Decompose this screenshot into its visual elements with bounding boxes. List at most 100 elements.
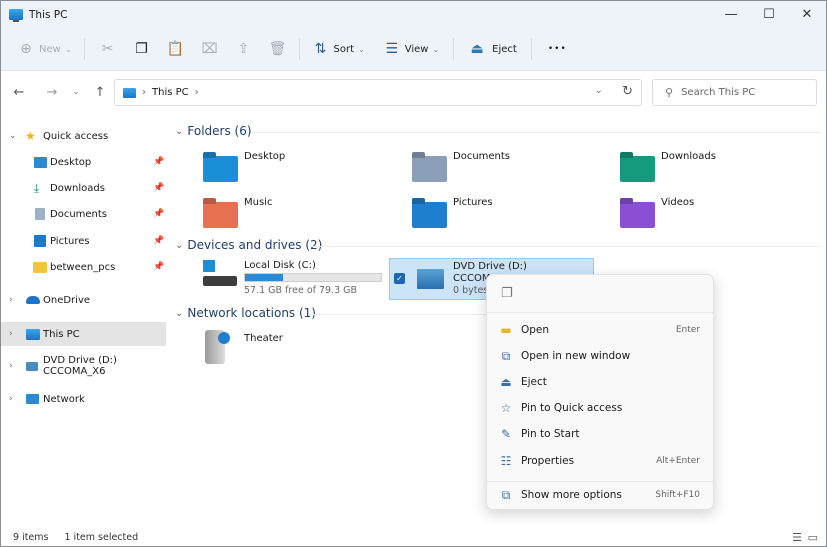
cloud-icon	[26, 296, 40, 304]
group-header-devices[interactable]: ⌄ Devices and drives (2)	[175, 238, 322, 252]
copy-icon: ❐	[135, 41, 148, 57]
details-view-button[interactable]: ☰	[792, 531, 802, 544]
pin-icon: 📌	[153, 262, 165, 272]
paste-button[interactable]: 📋	[167, 34, 185, 64]
copy-button[interactable]: ❐	[133, 34, 151, 64]
divider	[309, 314, 487, 315]
context-menu-quick-actions: ❐	[487, 275, 713, 313]
divider	[251, 132, 821, 133]
dvd-drive-icon	[417, 269, 444, 289]
divider	[298, 38, 300, 60]
refresh-icon[interactable]: ↻	[622, 84, 633, 99]
menu-item-open[interactable]: ▬ Open Enter	[487, 317, 713, 343]
close-button[interactable]: ✕	[788, 1, 826, 28]
search-input[interactable]: Search This PC	[681, 87, 755, 98]
pin-icon: 📌	[153, 183, 165, 193]
sidebar-item-documents[interactable]: Documents 📌	[1, 202, 166, 226]
sort-icon: ⇅	[314, 41, 327, 57]
sidebar-item-this-pc[interactable]: › This PC	[1, 322, 166, 346]
pin-icon: 📌	[153, 236, 165, 246]
menu-item-pin-start[interactable]: ✎ Pin to Start	[487, 421, 713, 447]
menu-item-pin-quick-access[interactable]: ☆ Pin to Quick access	[487, 395, 713, 421]
share-icon: ⇪	[237, 41, 250, 57]
drive-item-local-disk[interactable]: Local Disk (C:) 57.1 GB free of 79.3 GB	[203, 258, 388, 298]
collapse-chevron-icon: ⌄	[175, 239, 184, 251]
item-count: 9 items	[13, 532, 49, 543]
see-more-button[interactable]: •••	[548, 34, 567, 64]
search-box[interactable]: ⚲ Search This PC	[652, 79, 817, 106]
more-options-icon: ⧉	[501, 487, 511, 502]
breadcrumb-chevron[interactable]: ›	[195, 87, 199, 98]
navigation-bar: ← → ⌄ ↑ › This PC › ⌄ ↻ ⚲ Search This PC	[1, 71, 826, 113]
hard-drive-icon	[203, 276, 237, 286]
menu-item-eject[interactable]: ⏏ Eject	[487, 369, 713, 395]
chevron-down-icon: ⌄	[358, 44, 365, 54]
selection-checkbox[interactable]: ✓	[394, 273, 405, 284]
download-icon: ⤓	[34, 180, 40, 195]
collapse-chevron-icon: ⌄	[175, 125, 184, 137]
group-header-network[interactable]: ⌄ Network locations (1)	[175, 306, 316, 320]
pin-icon: 📌	[153, 209, 165, 219]
expand-chevron-icon[interactable]: ›	[9, 361, 13, 371]
sidebar-item-dvd-drive[interactable]: › DVD Drive (D:) CCCOMA_X6	[1, 354, 166, 378]
eject-button[interactable]: ⏏ Eject	[468, 34, 517, 64]
breadcrumb-separator: ›	[142, 87, 146, 98]
view-button[interactable]: ☰ View ⌄	[383, 34, 439, 64]
documents-icon	[35, 208, 45, 220]
star-icon: ★	[25, 129, 36, 143]
command-bar: ⊕ New ⌄ ✂ ❐ 📋 ⌧ ⇪ 🗑 ⇅ Sort ⌄ ☰ View ⌄ ⏏ …	[1, 28, 826, 71]
downloads-folder-icon	[620, 156, 655, 182]
selection-count: 1 item selected	[64, 532, 139, 543]
music-folder-icon	[203, 202, 238, 228]
network-icon	[26, 394, 39, 404]
cut-button[interactable]: ✂	[99, 34, 117, 64]
open-new-window-icon: ⧉	[501, 348, 511, 363]
eject-icon: ⏏	[500, 375, 512, 389]
folder-icon	[33, 261, 47, 273]
menu-item-open-new-window[interactable]: ⧉ Open in new window	[487, 343, 713, 369]
expand-chevron-icon[interactable]: ›	[9, 295, 13, 305]
forward-button[interactable]: →	[40, 85, 64, 100]
file-explorer-window: This PC — ☐ ✕ ⊕ New ⌄ ✂ ❐ 📋 ⌧ ⇪ 🗑 ⇅ Sort…	[0, 0, 827, 547]
sidebar-item-quick-access[interactable]: ⌄ ★ Quick access	[1, 124, 166, 148]
sidebar-item-desktop[interactable]: Desktop 📌	[1, 150, 166, 174]
divider	[530, 38, 532, 60]
desktop-folder-icon	[203, 156, 238, 182]
sidebar-item-network[interactable]: › Network	[1, 387, 166, 411]
menu-item-show-more-options[interactable]: ⧉ Show more options Shift+F10	[487, 482, 713, 508]
maximize-button[interactable]: ☐	[750, 1, 788, 28]
network-item-theater[interactable]: Theater	[205, 330, 325, 366]
address-dropdown-icon[interactable]: ⌄	[595, 85, 603, 96]
divider	[83, 38, 85, 60]
sidebar-item-between-pcs[interactable]: between_pcs 📌	[1, 255, 166, 279]
star-icon: ☆	[500, 401, 512, 415]
breadcrumb-this-pc[interactable]: This PC	[152, 87, 189, 98]
tiles-view-button[interactable]: ▭	[808, 531, 818, 544]
sidebar-item-onedrive[interactable]: › OneDrive	[1, 288, 166, 312]
address-bar[interactable]: › This PC › ⌄ ↻	[114, 79, 642, 106]
share-button[interactable]: ⇪	[235, 34, 253, 64]
rename-icon: ⌧	[201, 41, 218, 57]
back-button[interactable]: ←	[7, 85, 31, 100]
sidebar-item-pictures[interactable]: Pictures 📌	[1, 229, 166, 253]
expand-chevron-icon[interactable]: ›	[9, 394, 13, 404]
menu-item-properties[interactable]: ☷ Properties Alt+Enter	[487, 448, 713, 474]
rename-button[interactable]: ⌧	[201, 34, 219, 64]
delete-button[interactable]: 🗑	[269, 34, 287, 64]
recent-locations-button[interactable]: ⌄	[64, 87, 88, 97]
sort-button[interactable]: ⇅ Sort ⌄	[312, 34, 365, 64]
windows-logo-icon	[203, 260, 215, 272]
new-button[interactable]: ⊕ New ⌄	[17, 34, 71, 64]
expand-chevron-icon[interactable]: ⌄	[9, 131, 17, 141]
properties-icon: ☷	[500, 454, 512, 468]
divider	[312, 246, 821, 247]
up-button[interactable]: ↑	[88, 85, 112, 100]
copy-icon[interactable]: ❐	[501, 286, 513, 301]
pin-icon: 📌	[153, 157, 165, 167]
minimize-button[interactable]: —	[712, 1, 750, 28]
group-header-folders[interactable]: ⌄ Folders (6)	[175, 124, 252, 138]
search-icon: ⚲	[665, 86, 674, 99]
expand-chevron-icon[interactable]: ›	[9, 329, 13, 339]
sidebar-item-downloads[interactable]: ⤓ Downloads 📌	[1, 176, 166, 200]
view-icon: ☰	[385, 41, 398, 57]
